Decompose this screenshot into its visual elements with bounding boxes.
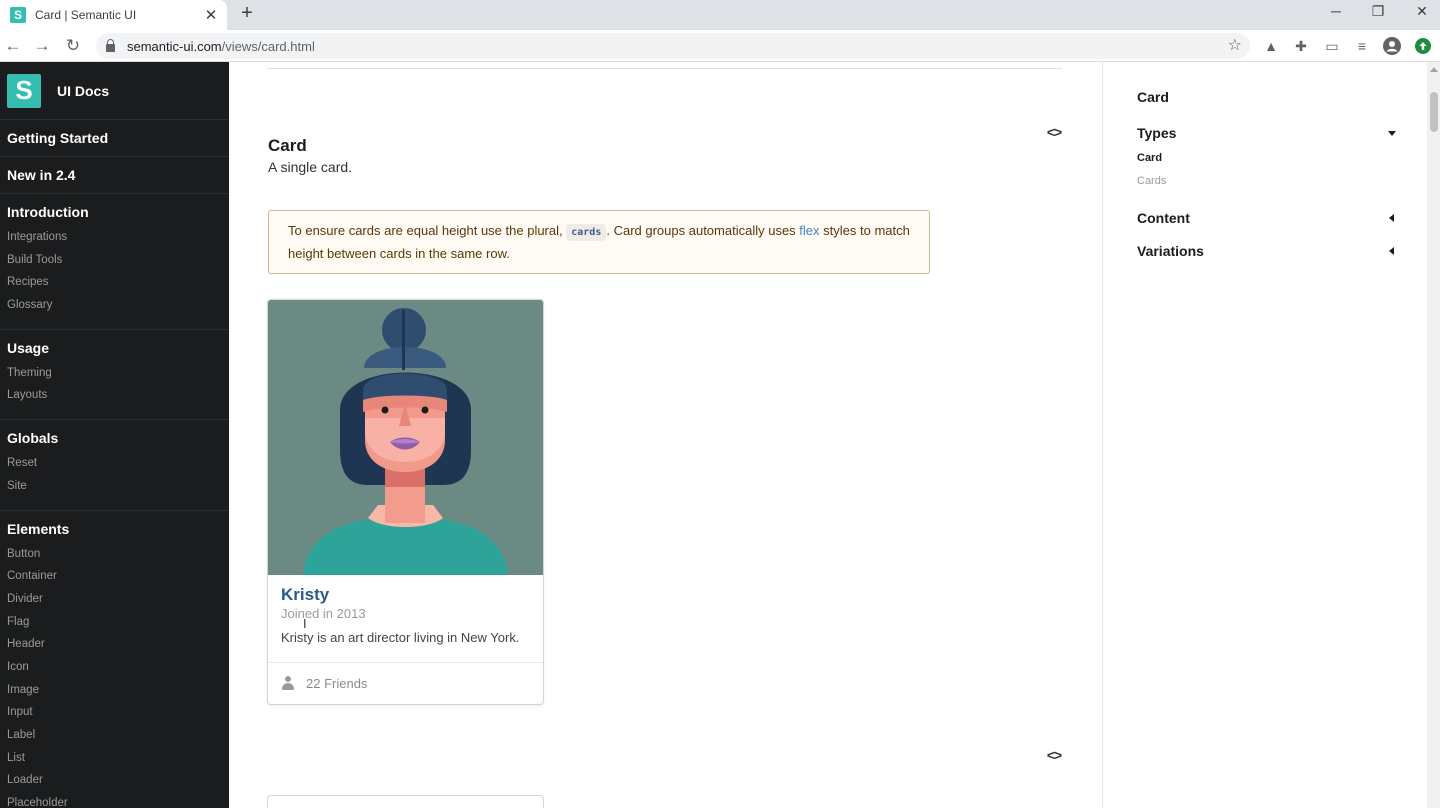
close-tab-icon[interactable]: ✕	[201, 5, 221, 25]
scroll-thumb[interactable]	[1430, 92, 1438, 132]
note-code: cards	[566, 224, 607, 241]
sidebar-item-getting-started[interactable]: Getting Started	[0, 120, 229, 157]
card-header[interactable]: Kristy	[281, 585, 530, 605]
text-cursor-icon: I	[303, 616, 307, 631]
section-divider	[267, 68, 1062, 69]
lock-icon	[106, 39, 115, 52]
cast-icon[interactable]: ▭	[1321, 35, 1343, 57]
page-scrollbar[interactable]	[1427, 62, 1440, 808]
sidebar-item-layouts[interactable]: Layouts	[7, 384, 229, 407]
example-title: Card	[268, 136, 307, 155]
toc-item-card[interactable]: Card	[1137, 152, 1162, 164]
example-card: Kristy Joined in 2013 Kristy is an art d…	[267, 299, 544, 705]
toc-title[interactable]: Card	[1137, 89, 1169, 105]
restore-icon[interactable]: ❐	[1358, 0, 1398, 22]
browser-tab[interactable]: S Card | Semantic UI ✕	[0, 0, 227, 30]
sidebar-section-elements: Elements Button Container Divider Flag Header…	[0, 511, 229, 808]
extensions-icon[interactable]: ✚	[1290, 35, 1312, 57]
forward-icon[interactable]: →	[30, 34, 54, 58]
sidebar-section-header[interactable]: Introduction	[7, 204, 229, 220]
card-extra[interactable]: 22 Friends	[268, 663, 543, 703]
scroll-up-icon[interactable]	[1430, 67, 1438, 72]
profile-icon[interactable]	[1381, 35, 1403, 57]
sidebar-item-new-in-2-4[interactable]: New in 2.4	[0, 157, 229, 194]
avatar-illustration	[268, 300, 543, 575]
main-content: Card A single card. <> To ensure cards a…	[229, 62, 1102, 808]
minimize-icon[interactable]: ─	[1316, 0, 1356, 22]
card-meta: Joined in 2013	[281, 606, 366, 621]
back-icon[interactable]: ←	[1, 34, 25, 58]
sidebar-item-icon[interactable]: Icon	[7, 656, 229, 679]
toc-section-label: Variations	[1137, 243, 1204, 259]
sidebar-section-header[interactable]: Usage	[7, 340, 229, 356]
sidebar-item-label[interactable]: Label	[7, 724, 229, 747]
flex-link[interactable]: flex	[799, 223, 819, 238]
next-example-card	[267, 795, 544, 808]
sidebar-section-header[interactable]: Elements	[7, 521, 229, 537]
docs-sidebar: S UI Docs Getting Started New in 2.4 Int…	[0, 62, 229, 808]
sidebar-item-input[interactable]: Input	[7, 701, 229, 724]
browser-toolbar: ← → ↻ semantic-ui.com/views/card.html ☆ …	[0, 30, 1440, 62]
window-close-icon[interactable]: ✕	[1402, 0, 1440, 22]
site-favicon: S	[10, 7, 26, 23]
media-icon[interactable]: ≡	[1351, 35, 1373, 57]
update-icon[interactable]	[1412, 35, 1434, 57]
semantic-logo: S	[7, 73, 41, 108]
sidebar-item-button[interactable]: Button	[7, 543, 229, 566]
sidebar-section-introduction: Introduction Integrations Build Tools Recip…	[0, 194, 229, 330]
sidebar-item-list[interactable]: List	[7, 747, 229, 770]
url-path: /views/card.html	[221, 38, 315, 54]
sidebar-item-theming[interactable]: Theming	[7, 362, 229, 385]
tab-title: Card | Semantic UI	[35, 8, 137, 22]
sidebar-item-glossary[interactable]: Glossary	[7, 294, 229, 317]
toc-section-label: Content	[1137, 210, 1190, 226]
url-text[interactable]: semantic-ui.com/views/card.html	[127, 39, 315, 54]
example-description: A single card.	[268, 159, 353, 175]
sidebar-item-divider[interactable]: Divider	[7, 588, 229, 611]
sidebar-section-header[interactable]: Globals	[7, 430, 229, 446]
show-code-icon-2[interactable]: <>	[1044, 747, 1064, 763]
sidebar-item-flag[interactable]: Flag	[7, 611, 229, 634]
sidebar-item-container[interactable]: Container	[7, 565, 229, 588]
sidebar-item-loader[interactable]: Loader	[7, 769, 229, 792]
card-content: Kristy Joined in 2013 Kristy is an art d…	[268, 575, 543, 663]
reload-icon[interactable]: ↻	[61, 34, 85, 58]
friends-count: 22 Friends	[306, 675, 368, 691]
sidebar-item-site[interactable]: Site	[7, 475, 229, 498]
sidebar-section-globals: Globals Reset Site	[0, 420, 229, 511]
toc-section-content[interactable]: Content	[1137, 209, 1399, 227]
drive-icon[interactable]: ▲	[1260, 35, 1282, 57]
sidebar-item-build-tools[interactable]: Build Tools	[7, 249, 229, 272]
toc-section-types[interactable]: Types	[1137, 124, 1399, 142]
table-of-contents: Card Types Card Cards Content Variations	[1102, 62, 1427, 808]
card-description: Kristy is an art director living in New …	[281, 630, 520, 645]
sidebar-brand[interactable]: S UI Docs	[0, 62, 229, 120]
toc-section-label: Types	[1137, 125, 1177, 141]
note-text-before: To ensure cards are equal height use the…	[288, 223, 563, 238]
card-avatar-image	[268, 300, 543, 575]
browser-tab-strip: S Card | Semantic UI ✕ + ─ ❐ ✕	[0, 0, 1440, 30]
sidebar-item-integrations[interactable]: Integrations	[7, 226, 229, 249]
user-icon	[281, 676, 295, 690]
show-code-icon[interactable]: <>	[1044, 124, 1064, 140]
sidebar-item-placeholder[interactable]: Placeholder	[7, 792, 229, 808]
sidebar-item-image[interactable]: Image	[7, 679, 229, 702]
toc-section-variations[interactable]: Variations	[1137, 242, 1399, 260]
caret-left-icon	[1389, 214, 1394, 222]
sidebar-item-reset[interactable]: Reset	[7, 452, 229, 475]
brand-text: UI Docs	[57, 82, 110, 99]
note-text-middle: . Card groups automatically uses	[606, 223, 796, 238]
star-icon[interactable]: ☆	[1228, 35, 1242, 55]
sidebar-item-header[interactable]: Header	[7, 633, 229, 656]
caret-left-icon	[1389, 247, 1394, 255]
new-tab-icon[interactable]: +	[236, 2, 258, 24]
info-message: To ensure cards are equal height use the…	[268, 210, 930, 274]
sidebar-item-recipes[interactable]: Recipes	[7, 271, 229, 294]
address-bar[interactable]: semantic-ui.com/views/card.html ☆	[96, 33, 1250, 59]
toc-item-cards[interactable]: Cards	[1137, 175, 1166, 187]
sidebar-section-usage: Usage Theming Layouts	[0, 330, 229, 421]
url-host: semantic-ui.com	[127, 38, 222, 54]
caret-down-icon	[1388, 130, 1396, 136]
